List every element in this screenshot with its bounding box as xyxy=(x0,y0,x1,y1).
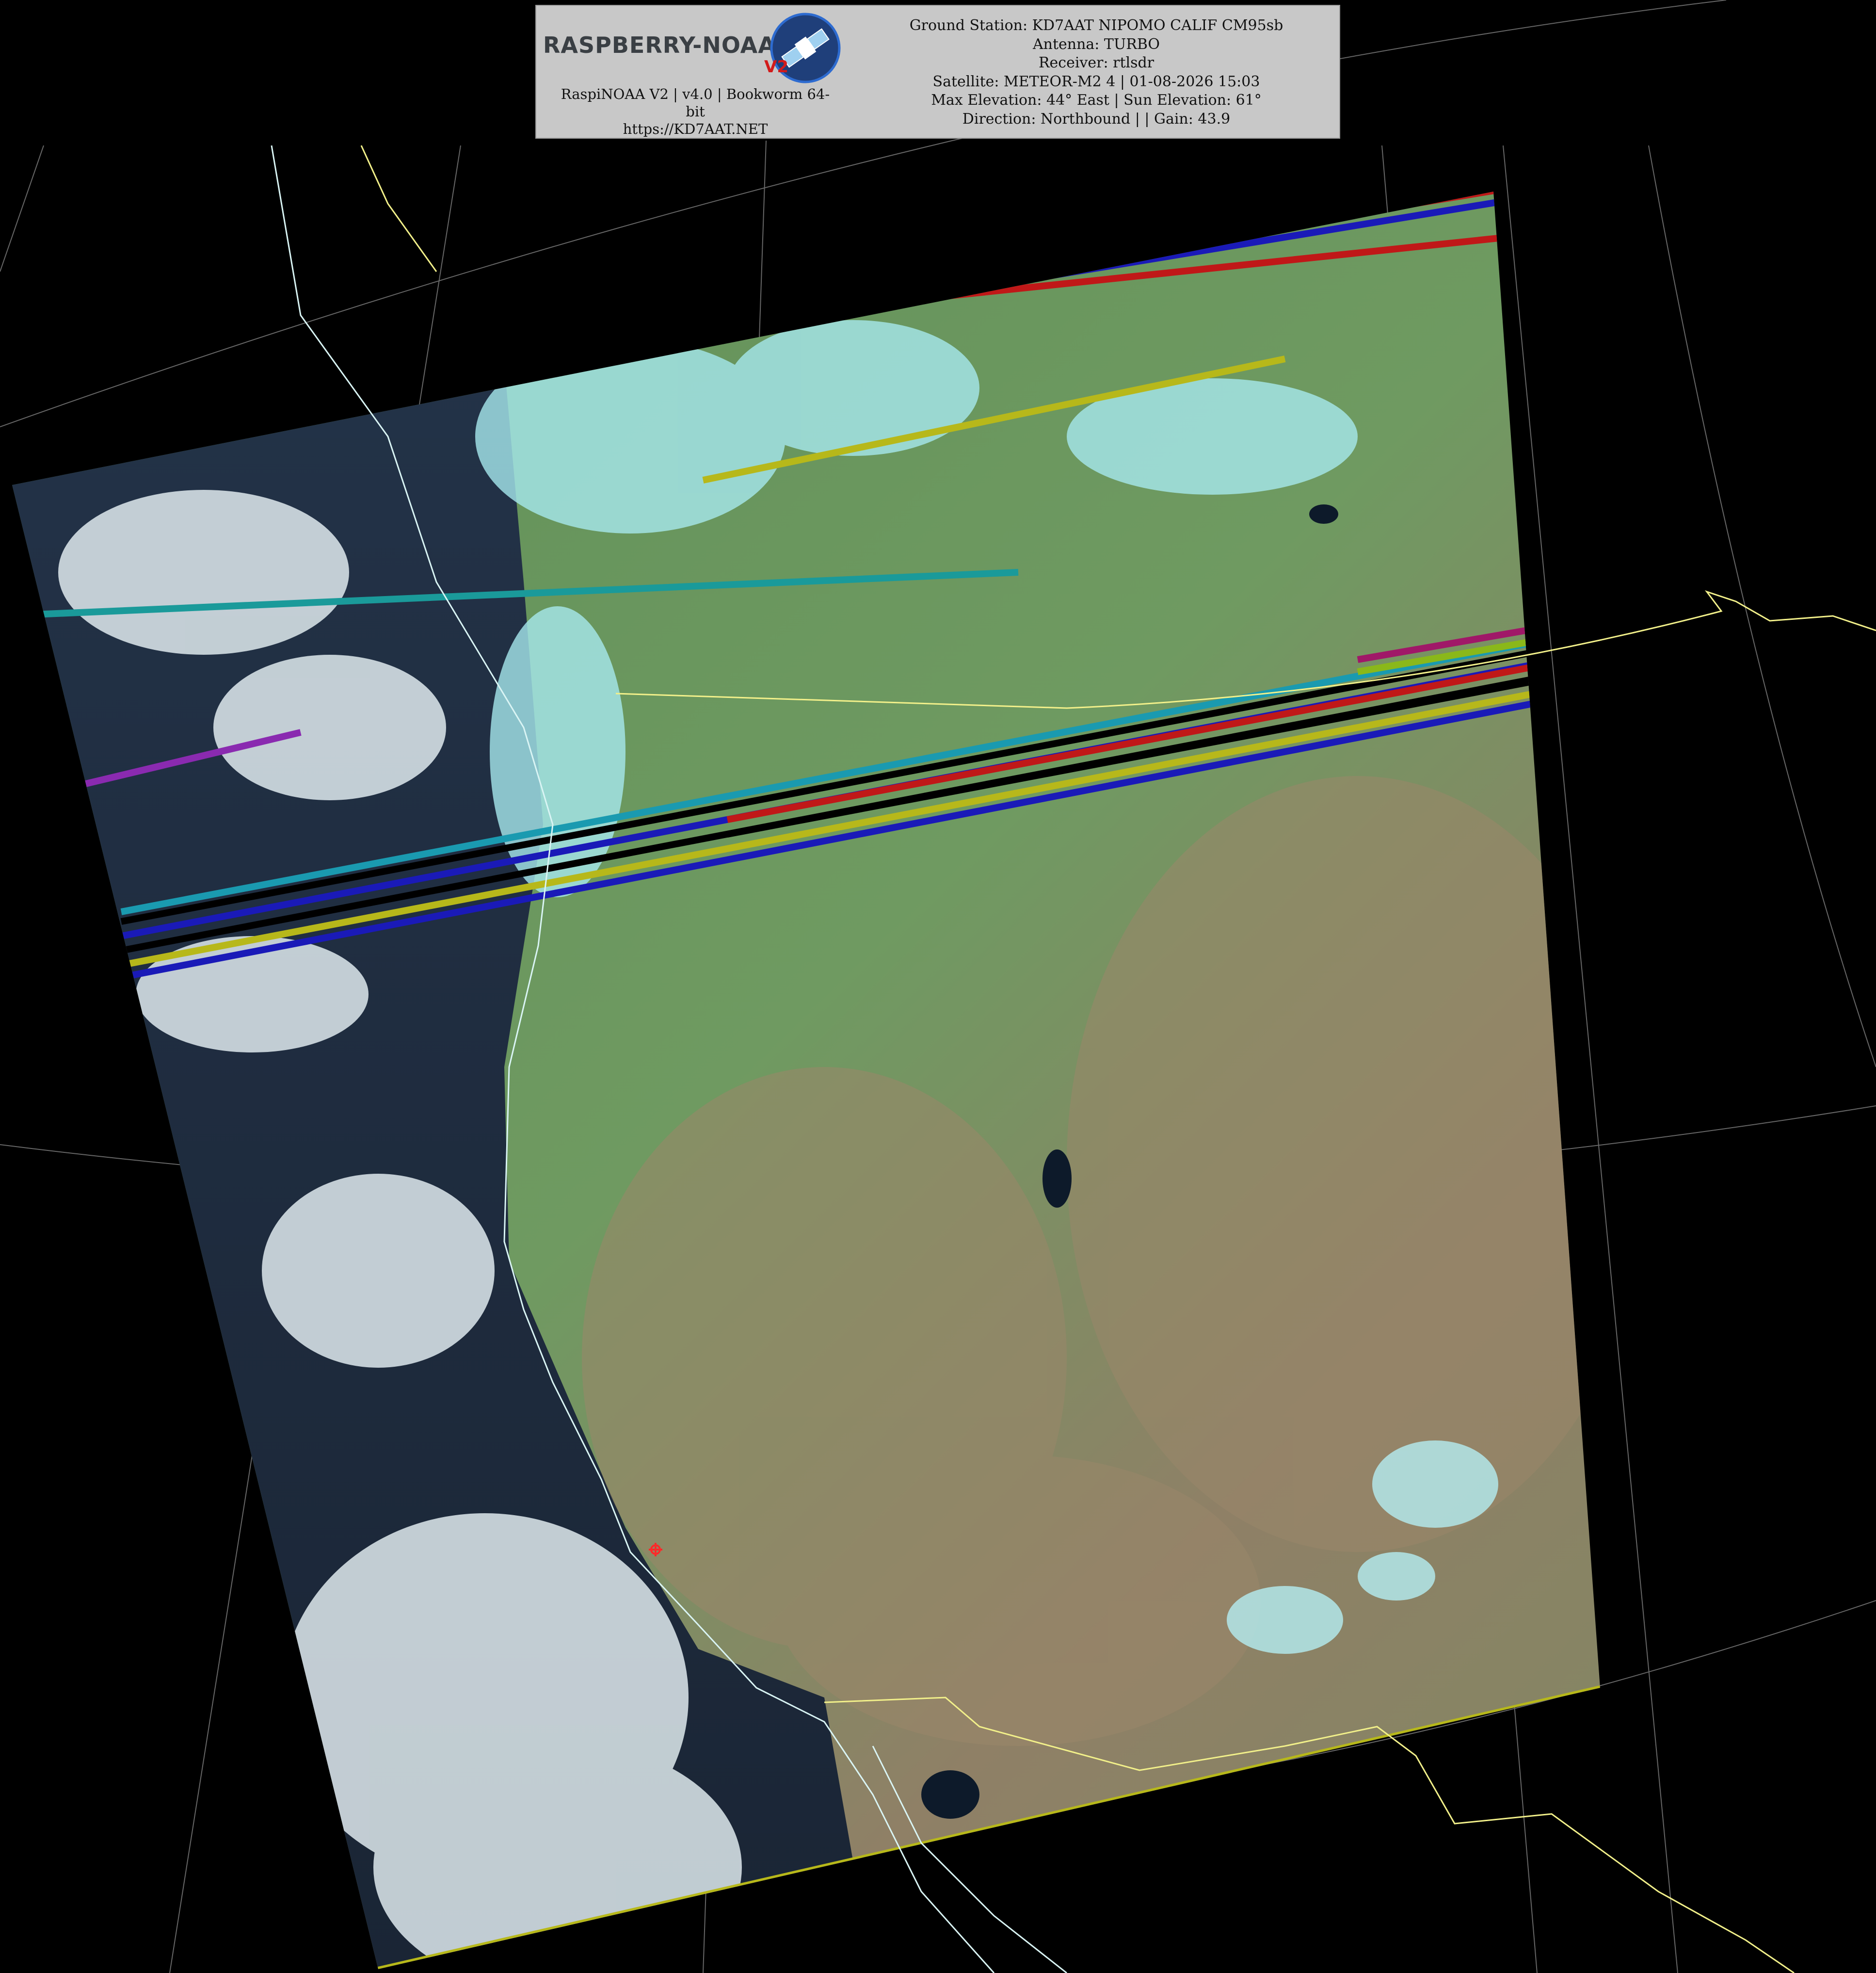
receiver-line: Receiver: rtlsdr xyxy=(1038,54,1154,71)
satellite-line: Satellite: METEOR-M2 4 | 01-08-2026 15:0… xyxy=(932,73,1260,90)
pass-info-header: RASPBERRY-NOAA V2 RaspiNOAA V2 | v4.0 | … xyxy=(535,5,1340,139)
direction-line: Direction: Northbound | | Gain: 43.9 xyxy=(962,110,1231,128)
antenna-line: Antenna: TURBO xyxy=(1032,35,1160,53)
raspberry-noaa-logo: RASPBERRY-NOAA V2 RaspiNOAA V2 | v4.0 | … xyxy=(540,10,850,138)
logo-version: V2 xyxy=(764,57,788,77)
software-info: RaspiNOAA V2 | v4.0 | Bookworm 64- bit h… xyxy=(540,85,850,138)
software-line: RaspiNOAA V2 | v4.0 | Bookworm 64- xyxy=(561,86,830,102)
software-line-continued: bit xyxy=(686,103,705,120)
station-info: Ground Station: KD7AAT NIPOMO CALIF CM95… xyxy=(856,16,1336,129)
logo-text: RASPBERRY-NOAA xyxy=(543,32,776,58)
alaska-border xyxy=(360,145,437,272)
website-link[interactable]: https://KD7AAT.NET xyxy=(540,120,850,138)
ground-station-line: Ground Station: KD7AAT NIPOMO CALIF CM95… xyxy=(909,17,1283,34)
image-swath xyxy=(12,192,1600,1969)
satellite-image xyxy=(0,0,1876,1973)
elevation-line: Max Elevation: 44° East | Sun Elevation:… xyxy=(931,92,1262,109)
